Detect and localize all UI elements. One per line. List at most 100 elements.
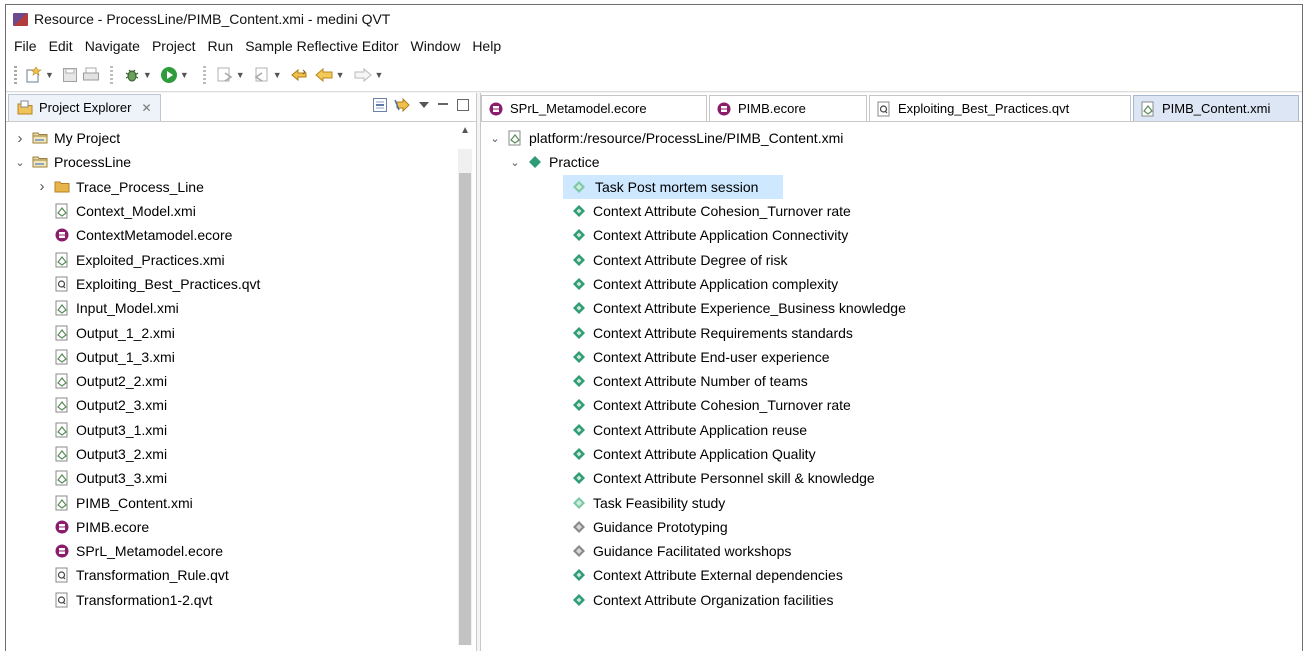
qvt-file-icon	[54, 567, 70, 583]
debug-button[interactable]: ▼	[121, 64, 158, 86]
model-element[interactable]: Guidance Prototyping	[481, 515, 1302, 539]
tree-item[interactable]: Output3_3.xmi	[6, 466, 476, 490]
maximize-icon[interactable]	[456, 98, 470, 112]
new-button[interactable]: ▼	[23, 64, 60, 86]
previous-annotation-button[interactable]: ▼	[251, 64, 288, 86]
editor-tab[interactable]: PIMB.ecore	[709, 95, 867, 121]
editor-tab[interactable]: PIMB_Content.xmi	[1133, 95, 1299, 121]
new-file-icon	[26, 66, 42, 83]
model-element-label: Guidance Prototyping	[593, 518, 728, 535]
chevron-down-icon[interactable]: ▼	[273, 70, 282, 80]
tree-item[interactable]: Output3_1.xmi	[6, 418, 476, 442]
tree-item[interactable]: Output_1_3.xmi	[6, 345, 476, 369]
last-edit-button[interactable]	[288, 64, 312, 86]
tree-item-label: Input_Model.xmi	[76, 300, 179, 317]
minimize-icon[interactable]	[436, 99, 450, 111]
xmi-file-icon	[54, 446, 70, 462]
tree-item[interactable]: PIMB.ecore	[6, 515, 476, 539]
chevron-down-icon[interactable]: ▼	[180, 70, 189, 80]
close-icon[interactable]: ✕	[141, 101, 151, 115]
menu-sample-reflective-editor[interactable]: Sample Reflective Editor	[239, 38, 404, 54]
tree-item[interactable]: ⌄ ProcessLine	[6, 150, 476, 174]
model-element[interactable]: Task Post mortem session	[481, 174, 1302, 199]
chevron-right-icon[interactable]: ›	[36, 178, 48, 195]
context-attribute-icon	[571, 203, 587, 219]
collapse-all-icon[interactable]	[372, 97, 388, 113]
save-button[interactable]	[60, 64, 80, 86]
task-element-icon	[571, 495, 587, 511]
tree-item[interactable]: PIMB_Content.xmi	[6, 490, 476, 514]
tree-item[interactable]: SPrL_Metamodel.ecore	[6, 539, 476, 563]
model-element[interactable]: Context Attribute Cohesion_Turnover rate	[481, 199, 1302, 223]
tree-item[interactable]: Transformation1-2.qvt	[6, 588, 476, 612]
previous-annotation-icon	[254, 67, 268, 82]
practice-node[interactable]: ⌄ Practice	[481, 150, 1302, 174]
tree-item[interactable]: Context_Model.xmi	[6, 199, 476, 223]
menu-help[interactable]: Help	[466, 38, 507, 54]
back-button[interactable]: ▼	[312, 64, 351, 86]
chevron-down-icon[interactable]: ▼	[375, 70, 384, 80]
next-annotation-button[interactable]: ▼	[214, 64, 251, 86]
model-element[interactable]: Context Attribute Application Connectivi…	[481, 223, 1302, 247]
chevron-down-icon[interactable]: ▼	[45, 70, 54, 80]
editor-tab[interactable]: SPrL_Metamodel.ecore	[481, 95, 707, 121]
tree-item[interactable]: Input_Model.xmi	[6, 296, 476, 320]
tree-item[interactable]: Output2_2.xmi	[6, 369, 476, 393]
chevron-down-icon[interactable]: ⌄	[509, 156, 521, 169]
tree-item[interactable]: Output2_3.xmi	[6, 393, 476, 417]
toolbar-separator	[202, 66, 206, 84]
practice-label: Practice	[549, 154, 600, 171]
chevron-down-icon[interactable]: ⌄	[14, 156, 26, 169]
toolbar-separator	[109, 66, 113, 84]
menu-run[interactable]: Run	[202, 38, 240, 54]
model-element[interactable]: Context Attribute External dependencies	[481, 563, 1302, 587]
model-element[interactable]: Context Attribute End-user experience	[481, 345, 1302, 369]
model-element[interactable]: Context Attribute Cohesion_Turnover rate	[481, 393, 1302, 417]
toolbar-grip[interactable]	[14, 66, 17, 84]
model-element[interactable]: Context Attribute Organization facilitie…	[481, 588, 1302, 612]
ecore-file-icon	[54, 519, 70, 535]
model-element[interactable]: Context Attribute Requirements standards	[481, 320, 1302, 344]
chevron-down-icon[interactable]: ▼	[143, 70, 152, 80]
model-element[interactable]: Context Attribute Degree of risk	[481, 247, 1302, 271]
project-tree: › My Project ⌄ ProcessLine › Trace_Process_Li…	[6, 122, 476, 612]
task-element-icon	[571, 179, 587, 195]
model-element[interactable]: Guidance Facilitated workshops	[481, 539, 1302, 563]
run-button[interactable]: ▼	[158, 64, 195, 86]
menu-window[interactable]: Window	[405, 38, 467, 54]
chevron-down-icon[interactable]: ▼	[236, 70, 245, 80]
editor-tab[interactable]: Exploiting_Best_Practices.qvt	[869, 95, 1131, 121]
menu-file[interactable]: File	[6, 38, 43, 54]
tree-item[interactable]: Transformation_Rule.qvt	[6, 563, 476, 587]
model-element[interactable]: Context Attribute Personnel skill & know…	[481, 466, 1302, 490]
tree-item[interactable]: › Trace_Process_Line	[6, 175, 476, 199]
model-element[interactable]: Context Attribute Application complexity	[481, 272, 1302, 296]
chevron-right-icon[interactable]: ›	[14, 130, 26, 147]
resource-node[interactable]: ⌄ platform:/resource/ProcessLine/PIMB_Co…	[481, 126, 1302, 150]
tree-item-label: Output3_3.xmi	[76, 470, 168, 487]
tree-item[interactable]: Output3_2.xmi	[6, 442, 476, 466]
link-with-editor-icon[interactable]	[394, 97, 412, 113]
model-element[interactable]: Context Attribute Application reuse	[481, 418, 1302, 442]
forward-button[interactable]: ▼	[351, 64, 390, 86]
model-element[interactable]: Context Attribute Experience_Business kn…	[481, 296, 1302, 320]
model-element[interactable]: Task Feasibility study	[481, 490, 1302, 514]
model-element[interactable]: Context Attribute Application Quality	[481, 442, 1302, 466]
tab-project-explorer[interactable]: Project Explorer ✕	[8, 93, 161, 121]
tree-item[interactable]: Exploiting_Best_Practices.qvt	[6, 272, 476, 296]
tree-item-label: Exploited_Practices.xmi	[76, 251, 225, 268]
menu-navigate[interactable]: Navigate	[79, 38, 146, 54]
view-menu-icon[interactable]	[418, 100, 430, 110]
menu-edit[interactable]: Edit	[43, 38, 79, 54]
tree-item[interactable]: Output_1_2.xmi	[6, 320, 476, 344]
tree-item[interactable]: › My Project	[6, 126, 476, 150]
view-actions	[372, 97, 470, 113]
model-element[interactable]: Context Attribute Number of teams	[481, 369, 1302, 393]
chevron-down-icon[interactable]: ⌄	[489, 132, 501, 145]
chevron-down-icon[interactable]: ▼	[336, 70, 345, 80]
menu-project[interactable]: Project	[146, 38, 202, 54]
tree-item[interactable]: Exploited_Practices.xmi	[6, 247, 476, 271]
print-button[interactable]	[80, 64, 102, 86]
tree-item[interactable]: ContextMetamodel.ecore	[6, 223, 476, 247]
arrow-left-icon	[314, 67, 333, 83]
